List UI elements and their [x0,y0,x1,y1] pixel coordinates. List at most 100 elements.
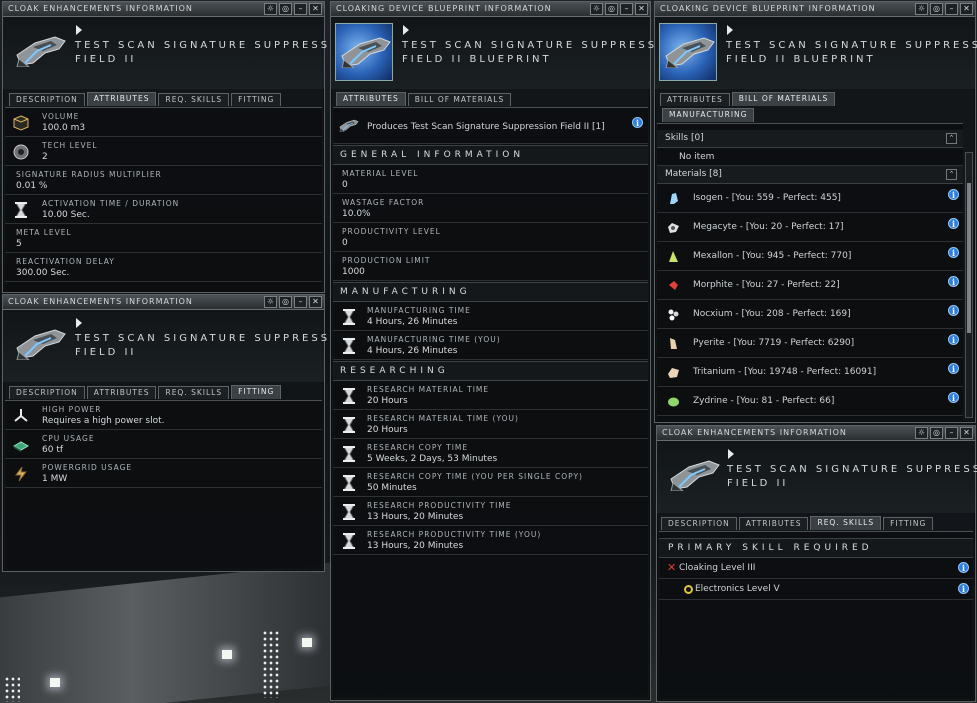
close-button[interactable]: ✕ [960,427,973,439]
material-text: Morphite - [You: 27 - Perfect: 22] [693,280,840,290]
pin-button[interactable]: ☼ [264,296,277,308]
pin-button[interactable]: ☼ [915,3,928,15]
window-item-fitting[interactable]: CLOAK ENHANCEMENTS INFORMATION ☼ ◎ – ✕ T… [2,294,354,572]
info-icon[interactable]: i [948,305,959,316]
info-icon[interactable]: i [958,562,969,573]
pin-button[interactable]: ☼ [915,427,928,439]
skill-row[interactable]: Electronics Level V i [659,579,973,600]
close-button[interactable]: ✕ [635,3,648,15]
tab-bill-of-materials[interactable]: BILL OF MATERIALS [731,92,836,106]
item-icon[interactable] [665,449,723,507]
info-icon[interactable]: i [948,189,959,200]
close-button[interactable]: ✕ [960,3,973,15]
material-text: Megacyte - [You: 20 - Perfect: 17] [693,222,844,232]
close-button[interactable]: ✕ [309,3,322,15]
hourglass-icon [14,202,28,218]
title-bar[interactable]: CLOAK ENHANCEMENTS INFORMATION ☼ ◎ – ✕ [3,2,324,17]
item-icon[interactable] [11,25,69,83]
info-icon[interactable]: i [958,583,969,594]
options-button[interactable]: ◎ [930,427,943,439]
tab-attributes[interactable]: ATTRIBUTES [336,92,406,106]
attribute-value: 300.00 Sec. [16,268,70,278]
item-name-2: FIELD II BLUEPRINT [402,54,552,65]
tab-req-skills[interactable]: REQ. SKILLS [158,386,230,399]
close-button[interactable]: ✕ [309,296,322,308]
tab-req-skills[interactable]: REQ. SKILLS [158,93,230,106]
info-icon[interactable]: i [948,247,959,258]
window-blueprint-materials[interactable]: CLOAKING DEVICE BLUEPRINT INFORMATION ☼ … [654,1,977,423]
blueprint-icon[interactable] [335,23,393,81]
tab-fitting[interactable]: FITTING [883,517,934,530]
info-icon[interactable]: i [948,218,959,229]
title-bar[interactable]: CLOAK ENHANCEMENTS INFORMATION ☼ ◎ – ✕ [3,295,324,310]
tab-req-skills[interactable]: REQ. SKILLS [810,516,882,530]
attribute-value: 5 [16,239,22,249]
window-item-attributes[interactable]: CLOAK ENHANCEMENTS INFORMATION ☼ ◎ – ✕ T… [2,1,354,293]
tab-attributes[interactable]: ATTRIBUTES [86,386,157,399]
title-bar[interactable]: CLOAKING DEVICE BLUEPRINT INFORMATION ☼ … [331,2,650,17]
options-button[interactable]: ◎ [605,3,618,15]
play-icon[interactable] [727,25,733,35]
pin-button[interactable]: ☼ [590,3,603,15]
material-row[interactable]: Megacyte - [You: 20 - Perfect: 17] i [657,213,963,242]
play-icon[interactable] [76,318,82,328]
scrollbar[interactable] [965,152,973,418]
tab-description[interactable]: DESCRIPTION [661,517,737,530]
minimize-button[interactable]: – [294,3,307,15]
window-blueprint-attributes[interactable]: CLOAKING DEVICE BLUEPRINT INFORMATION ☼ … [330,1,681,701]
tab-bill-of-materials[interactable]: BILL OF MATERIALS [407,93,512,106]
play-icon[interactable] [76,25,82,35]
title-bar[interactable]: CLOAKING DEVICE BLUEPRINT INFORMATION ☼ … [655,2,975,17]
info-icon[interactable]: i [948,276,959,287]
minimize-button[interactable]: – [945,427,958,439]
title-bar[interactable]: CLOAK ENHANCEMENTS INFORMATION ☼ ◎ – ✕ [657,426,975,441]
skills-group-header[interactable]: Skills [0] ⌃ [657,130,963,148]
window-title: CLOAK ENHANCEMENTS INFORMATION [662,428,847,437]
options-button[interactable]: ◎ [279,3,292,15]
pin-button[interactable]: ☼ [264,3,277,15]
options-button[interactable]: ◎ [279,296,292,308]
tab-attributes[interactable]: ATTRIBUTES [660,93,730,106]
material-row[interactable]: Morphite - [You: 27 - Perfect: 22] i [657,271,963,300]
tab-fitting[interactable]: FITTING [231,93,282,106]
hourglass-icon [342,417,356,433]
material-row[interactable]: Mexallon - [You: 945 - Perfect: 770] i [657,242,963,271]
materials-group-header[interactable]: Materials [8] ⌃ [657,166,963,184]
options-button[interactable]: ◎ [930,3,943,15]
play-icon[interactable] [728,449,734,459]
station-light-strip [262,630,280,698]
material-row[interactable]: Isogen - [You: 559 - Perfect: 455] i [657,184,963,213]
tab-fitting[interactable]: FITTING [231,385,282,399]
material-text: Tritanium - [You: 19748 - Perfect: 16091… [693,367,877,377]
material-row[interactable]: Tritanium - [You: 19748 - Perfect: 16091… [657,358,963,387]
fitting-row: HIGH POWER Requires a high power slot. [5,401,322,430]
minimize-button[interactable]: – [294,296,307,308]
scrollbar-thumb[interactable] [967,183,971,333]
material-row[interactable]: Nocxium - [You: 208 - Perfect: 169] i [657,300,963,329]
item-icon[interactable] [11,318,69,376]
ship-icon [665,37,715,68]
collapse-icon[interactable]: ⌃ [946,133,957,144]
material-row[interactable]: Pyerite - [You: 7719 - Perfect: 6290] i [657,329,963,358]
tab-attributes[interactable]: ATTRIBUTES [738,517,809,530]
info-icon[interactable]: i [948,363,959,374]
tab-attributes[interactable]: ATTRIBUTES [86,92,157,106]
produces-row[interactable]: Produces Test Scan Signature Suppression… [333,108,648,144]
info-icon[interactable]: i [948,392,959,403]
subtab-manufacturing[interactable]: MANUFACTURING [662,108,755,122]
blueprint-icon[interactable] [659,23,717,81]
minimize-button[interactable]: – [620,3,633,15]
attribute-row: ACTIVATION TIME / DURATION 10.00 Sec. [5,195,322,224]
tab-description[interactable]: DESCRIPTION [9,386,85,399]
skill-row[interactable]: ✕ Cloaking Level III i [659,558,973,579]
collapse-icon[interactable]: ⌃ [946,169,957,180]
info-icon[interactable]: i [632,117,643,128]
play-icon[interactable] [403,25,409,35]
fitting-value: 1 MW [42,474,68,484]
tab-description[interactable]: DESCRIPTION [9,93,85,106]
missing-x-icon: ✕ [667,561,677,574]
info-icon[interactable]: i [948,334,959,345]
window-item-req-skills[interactable]: CLOAK ENHANCEMENTS INFORMATION ☼ ◎ – ✕ T… [656,425,977,702]
material-row[interactable]: Zydrine - [You: 81 - Perfect: 66] i [657,387,963,416]
minimize-button[interactable]: – [945,3,958,15]
